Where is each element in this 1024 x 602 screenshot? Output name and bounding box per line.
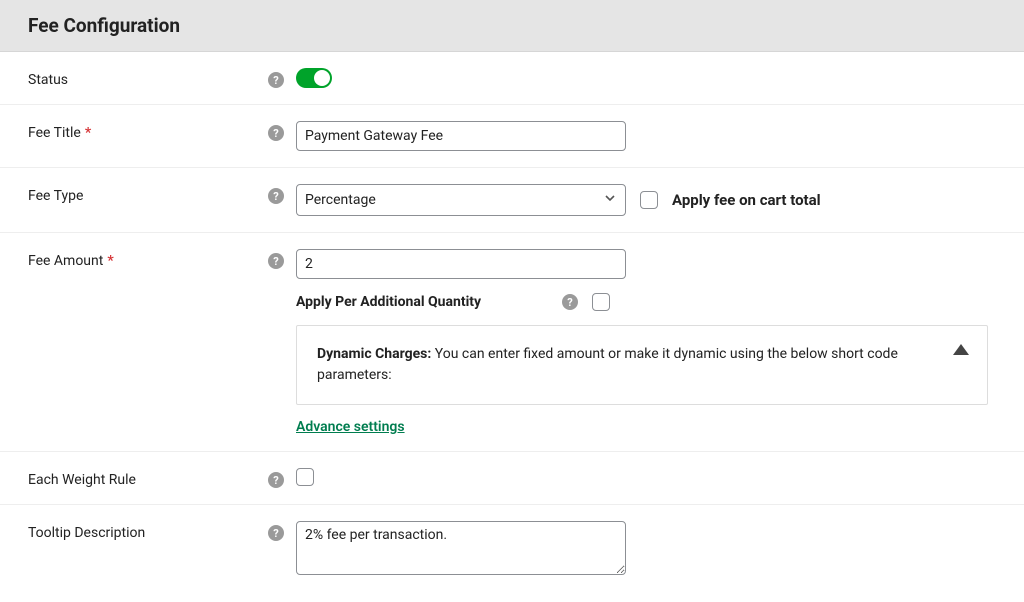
each-weight-rule-checkbox[interactable]	[296, 468, 314, 486]
apply-per-qty-checkbox[interactable]	[592, 293, 610, 311]
dynamic-charges-text: Dynamic Charges: You can enter fixed amo…	[317, 344, 967, 386]
help-icon[interactable]: ?	[268, 472, 284, 488]
apply-per-qty-label: Apply Per Additional Quantity	[296, 294, 548, 310]
fee-title-input[interactable]	[296, 121, 626, 151]
fee-type-select[interactable]: Percentage	[296, 184, 626, 216]
help-icon[interactable]: ?	[268, 525, 284, 541]
fee-amount-label: Fee Amount	[28, 253, 103, 269]
row-tooltip-description: Tooltip Description ? 2% fee per transac…	[0, 505, 1024, 591]
help-icon[interactable]: ?	[268, 125, 284, 141]
row-fee-amount: Fee Amount * ? Apply Per Additional Quan…	[0, 233, 1024, 452]
apply-on-cart-total-checkbox[interactable]	[640, 191, 658, 209]
tooltip-description-textarea[interactable]: 2% fee per transaction.	[296, 521, 626, 575]
fee-title-label: Fee Title	[28, 125, 81, 141]
toggle-knob	[314, 70, 330, 86]
row-fee-title: Fee Title * ?	[0, 105, 1024, 168]
required-asterisk: *	[107, 253, 113, 269]
help-icon[interactable]: ?	[268, 72, 284, 88]
row-fee-type: Fee Type ? Percentage Apply fee on cart …	[0, 168, 1024, 233]
row-status: Status ?	[0, 52, 1024, 105]
status-label: Status	[28, 72, 68, 88]
each-weight-rule-label: Each Weight Rule	[28, 472, 136, 488]
status-toggle[interactable]	[296, 68, 332, 88]
dynamic-charges-bold: Dynamic Charges:	[317, 346, 431, 362]
row-each-weight-rule: Each Weight Rule ?	[0, 452, 1024, 505]
dynamic-charges-box: Dynamic Charges: You can enter fixed amo…	[296, 325, 988, 405]
apply-on-cart-total-label: Apply fee on cart total	[672, 191, 821, 209]
help-icon[interactable]: ?	[562, 294, 578, 310]
required-asterisk: *	[85, 125, 91, 141]
tooltip-description-label: Tooltip Description	[28, 525, 145, 541]
page-title: Fee Configuration	[28, 14, 996, 37]
section-header: Fee Configuration	[0, 0, 1024, 52]
fee-amount-input[interactable]	[296, 249, 626, 279]
advance-settings-link[interactable]: Advance settings	[296, 419, 405, 435]
help-icon[interactable]: ?	[268, 253, 284, 269]
accordion-collapse-icon[interactable]	[953, 344, 969, 355]
help-icon[interactable]: ?	[268, 188, 284, 204]
fee-type-label: Fee Type	[28, 188, 83, 204]
